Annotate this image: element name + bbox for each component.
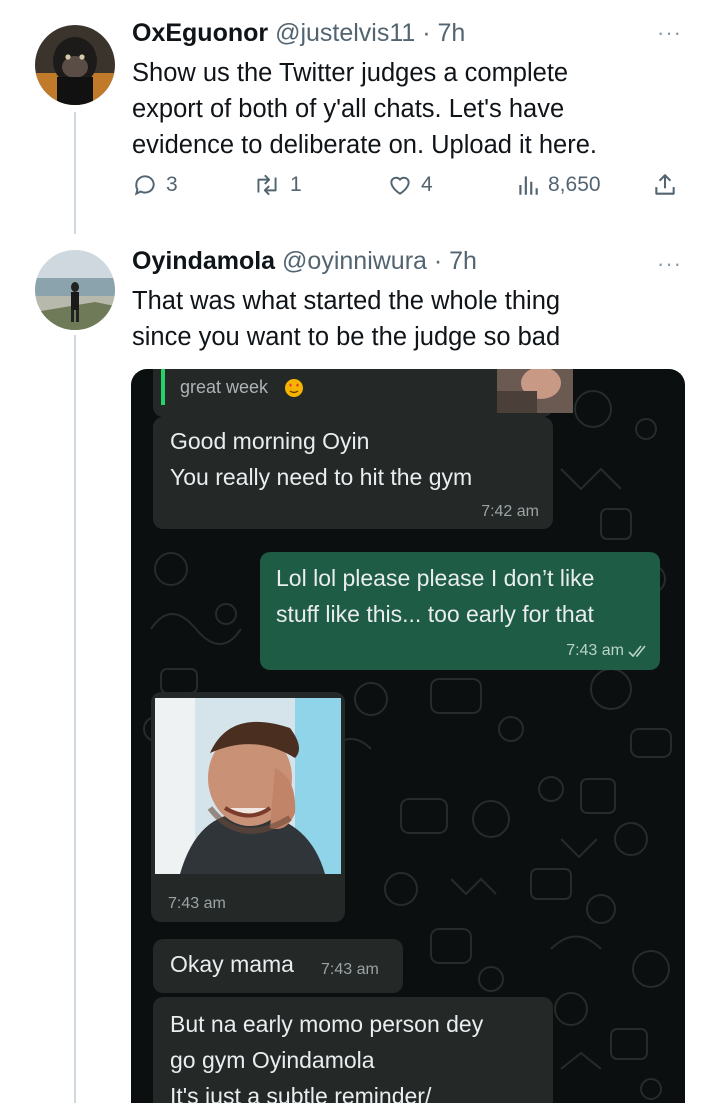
display-name[interactable]: OxEguonor bbox=[132, 19, 268, 47]
message-line: It's just a subtle reminder/ bbox=[170, 1083, 432, 1103]
laughing-man-photo bbox=[155, 698, 341, 874]
quoted-text: great week bbox=[180, 377, 269, 397]
message-text: Good morning Oyin You really need to hit… bbox=[170, 423, 472, 495]
views-chart-icon bbox=[519, 176, 538, 195]
heart-icon bbox=[390, 176, 410, 195]
separator-dot: · bbox=[415, 19, 438, 47]
message-bubble-incoming[interactable]: But na early momo person dey go gym Oyin… bbox=[153, 997, 553, 1103]
message-time: 7:43 am bbox=[321, 961, 379, 978]
user-handle[interactable]: @oyinniwura bbox=[282, 247, 427, 275]
message-bubble-image[interactable]: 7:43 am bbox=[151, 692, 345, 922]
more-options-icon[interactable]: ··· bbox=[657, 20, 682, 46]
thread-connector bbox=[74, 335, 76, 1103]
tweet-text-line: That was what started the whole thing bbox=[132, 287, 561, 315]
tweet-text: That was what started the whole thing si… bbox=[132, 283, 692, 355]
like-count: 4 bbox=[421, 173, 433, 196]
like-button[interactable]: 4 bbox=[387, 172, 433, 198]
message-line: go gym Oyindamola bbox=[170, 1047, 375, 1073]
reply-button[interactable]: 3 bbox=[132, 172, 178, 198]
timestamp[interactable]: 7h bbox=[449, 247, 477, 275]
thread-connector bbox=[74, 112, 76, 234]
message-bubble-incoming[interactable]: Good morning Oyin You really need to hit… bbox=[153, 417, 553, 529]
share-button[interactable] bbox=[652, 172, 678, 198]
message-line: stuff like this... too early for that bbox=[276, 601, 594, 627]
retweet-count: 1 bbox=[290, 173, 302, 196]
message-line: You really need to hit the gym bbox=[170, 464, 473, 490]
quote-bar bbox=[161, 369, 165, 405]
tweet-text-line: evidence to deliberate on. Upload it her… bbox=[132, 131, 597, 159]
message-line: Okay mama bbox=[170, 951, 294, 977]
tweet-text-line: Show us the Twitter judges a complete bbox=[132, 59, 569, 87]
chat-screenshot-image[interactable]: great week Good morning Oyin You really … bbox=[131, 369, 685, 1103]
message-time: 7:42 am bbox=[481, 503, 539, 520]
message-time: 7:43 am bbox=[168, 895, 226, 912]
message-bubble-incoming[interactable]: Okay mama 7:43 am bbox=[153, 939, 403, 993]
message-text: Lol lol please please I don’t like stuff… bbox=[276, 560, 594, 632]
tweet-header: Oyindamola @oyinniwura · 7h bbox=[132, 247, 477, 276]
beach-avatar-image bbox=[35, 250, 115, 330]
reply-count: 3 bbox=[166, 173, 178, 196]
separator-dot: · bbox=[426, 247, 450, 275]
quoted-thumbnail-image bbox=[497, 369, 573, 413]
heart-eyes-emoji-icon bbox=[285, 379, 303, 397]
avatar[interactable] bbox=[35, 250, 115, 330]
tweet-text: Show us the Twitter judges a complete ex… bbox=[132, 55, 692, 163]
gorilla-avatar-image bbox=[35, 25, 115, 105]
avatar[interactable] bbox=[35, 25, 115, 105]
message-line: Good morning Oyin bbox=[170, 428, 370, 454]
message-bubble-outgoing[interactable]: Lol lol please please I don’t like stuff… bbox=[260, 552, 660, 670]
view-count: 8,650 bbox=[548, 173, 601, 196]
tweet-text-line: export of both of y'all chats. Let's hav… bbox=[132, 95, 565, 123]
tweet-actions: 3 1 4 8,650 bbox=[132, 172, 692, 208]
more-options-icon[interactable]: ··· bbox=[657, 251, 682, 277]
tweet-header: OxEguonor @justelvis11 · 7h bbox=[132, 19, 465, 48]
retweet-button[interactable]: 1 bbox=[252, 172, 302, 198]
message-text: But na early momo person dey go gym Oyin… bbox=[170, 1006, 483, 1103]
message-time: 7:43 am bbox=[566, 642, 624, 659]
tweet-text-line: since you want to be the judge so bad bbox=[132, 323, 561, 351]
display-name[interactable]: Oyindamola bbox=[132, 247, 275, 275]
message-line: Lol lol please please I don’t like bbox=[276, 565, 595, 591]
views-button[interactable]: 8,650 bbox=[516, 172, 601, 198]
message-text: Okay mama bbox=[170, 946, 294, 982]
quoted-reply[interactable]: great week bbox=[153, 369, 573, 417]
message-line: But na early momo person dey bbox=[170, 1011, 484, 1037]
share-icon bbox=[655, 174, 675, 195]
double-check-icon bbox=[628, 645, 646, 658]
reply-icon bbox=[134, 175, 155, 196]
timestamp[interactable]: 7h bbox=[438, 19, 466, 47]
user-handle[interactable]: @justelvis11 bbox=[275, 19, 415, 47]
retweet-icon bbox=[257, 174, 277, 196]
